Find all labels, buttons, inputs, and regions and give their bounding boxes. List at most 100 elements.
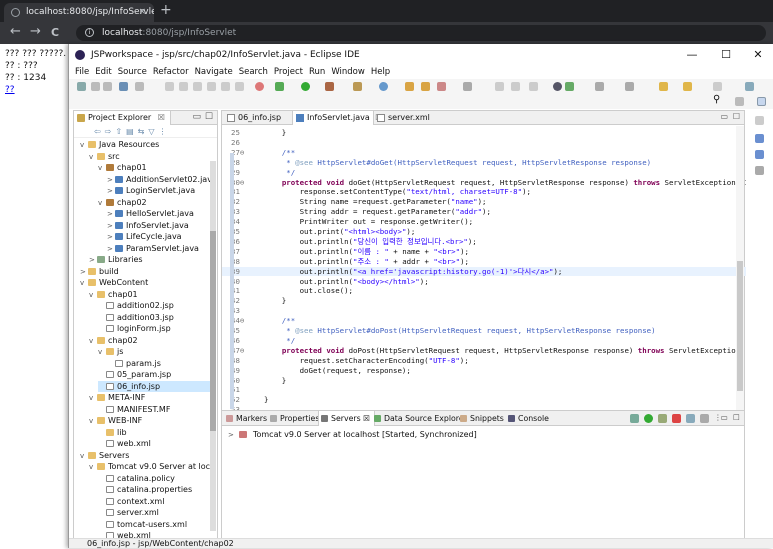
new-java-project-icon[interactable] — [353, 82, 362, 91]
code-line[interactable]: 42 } — [222, 296, 746, 306]
menu-window[interactable]: Window — [331, 66, 365, 79]
code-line[interactable]: 32 String name =request.getParameter("na… — [222, 197, 746, 207]
tree-item[interactable]: 06_info.jsp — [98, 380, 212, 392]
external-tools-icon[interactable] — [325, 82, 334, 91]
tree-item[interactable]: > InfoServlet.java — [107, 220, 212, 232]
tree-item[interactable]: v chap01 — [98, 162, 212, 174]
editor-tab-server-xml[interactable]: server.xml — [374, 111, 454, 125]
tree-item[interactable]: MANIFEST.MF — [98, 404, 212, 416]
chevron-right-icon[interactable]: > — [107, 175, 115, 186]
save-icon[interactable] — [91, 82, 100, 91]
menu-project[interactable]: Project — [274, 66, 303, 79]
chevron-down-icon[interactable]: v — [98, 198, 106, 209]
chevron-down-icon[interactable]: v — [89, 152, 97, 163]
tab-servers[interactable]: Servers ☒ — [318, 411, 376, 426]
code-line[interactable]: 36 out.println("당신이 입력한 정보입니다.<br>"); — [222, 237, 746, 247]
chevron-right-icon[interactable]: > — [107, 221, 115, 232]
tree-item[interactable]: tomcat-users.xml — [98, 519, 212, 531]
close-window-button[interactable]: ✕ — [743, 44, 773, 66]
minimize-view-icon[interactable]: ▭ — [192, 112, 201, 122]
close-tab-icon[interactable]: × — [138, 3, 146, 22]
search-icon[interactable]: ⚲ — [713, 94, 720, 105]
show-whitespace-icon[interactable] — [529, 82, 538, 91]
chevron-down-icon[interactable]: v — [98, 163, 106, 174]
chevron-down-icon[interactable]: v — [98, 347, 106, 358]
chevron-down-icon[interactable]: v — [80, 451, 88, 462]
code-line[interactable]: 52} — [222, 395, 746, 405]
tree-item[interactable]: context.xml — [98, 496, 212, 508]
perspective-switch-icon[interactable] — [735, 97, 744, 106]
editor-scroll-thumb[interactable] — [737, 261, 743, 391]
tab-console[interactable]: Console — [506, 411, 549, 426]
tree-item[interactable]: v chap02 — [89, 335, 212, 347]
outline-view-icon[interactable] — [755, 166, 764, 175]
tree-item[interactable]: v chap01 — [89, 289, 212, 301]
chevron-down-icon[interactable]: v — [89, 393, 97, 404]
maximize-button[interactable]: ☐ — [711, 44, 741, 66]
code-line[interactable]: 35 out.print("<html><body>"); — [222, 227, 746, 237]
outline-icon[interactable] — [755, 134, 764, 143]
info-icon[interactable]: i — [85, 28, 94, 37]
suspend-icon[interactable] — [179, 82, 188, 91]
tree-item[interactable]: > AdditionServlet02.java — [107, 174, 212, 186]
chevron-down-icon[interactable]: v — [80, 278, 88, 289]
code-area[interactable]: 25 } 26 27⊖ /** 28 * @see HttpServlet#doGet… — [222, 126, 746, 438]
chevron-right-icon[interactable]: > — [107, 244, 115, 255]
chevron-down-icon[interactable]: v — [89, 290, 97, 301]
code-line[interactable]: 28 * @see HttpServlet#doGet(HttpServletR… — [222, 158, 746, 168]
back-button[interactable]: ← — [10, 24, 21, 39]
java-ee-perspective-icon[interactable] — [757, 97, 766, 106]
chevron-down-icon[interactable]: v — [89, 336, 97, 347]
tree-item[interactable]: web.xml — [98, 438, 212, 450]
minimize-button[interactable]: — — [677, 44, 707, 66]
publish-icon[interactable] — [686, 414, 695, 423]
tree-item[interactable]: v WEB-INF — [89, 415, 212, 427]
tree-item[interactable]: v Java Resources — [80, 139, 212, 151]
menu-edit[interactable]: Edit — [95, 66, 111, 79]
tree-item[interactable]: 05_param.jsp — [98, 369, 212, 381]
server-start-icon[interactable] — [255, 82, 264, 91]
code-line[interactable]: 40 out.println("<body></html>"); — [222, 277, 746, 287]
code-line[interactable]: 46 */ — [222, 336, 746, 346]
run-icon[interactable] — [301, 82, 310, 91]
back-icon[interactable]: ⇦ — [94, 127, 105, 136]
code-line[interactable]: 33 String addr = request.getParameter("a… — [222, 207, 746, 217]
code-line[interactable]: 37 out.println("이름 : " + name + "<br>"); — [222, 247, 746, 257]
menu-help[interactable]: Help — [371, 66, 390, 79]
code-line[interactable]: 29 */ — [222, 168, 746, 178]
profile-server-icon[interactable] — [658, 414, 667, 423]
maximize-view-icon[interactable]: ☐ — [205, 112, 213, 122]
new-icon[interactable] — [77, 82, 86, 91]
tree-item[interactable]: > build — [80, 266, 212, 278]
code-line[interactable]: 48 request.setCharacterEncoding("UTF-8")… — [222, 356, 746, 366]
chevron-right-icon[interactable]: > — [107, 186, 115, 197]
maximize-panel-icon[interactable]: ☐ — [733, 413, 740, 422]
tree-item[interactable]: > LifeCycle.java — [107, 231, 212, 243]
code-line[interactable]: 27⊖ /** — [222, 148, 746, 158]
back-nav-icon[interactable] — [659, 82, 668, 91]
tree-item[interactable]: v src — [89, 151, 212, 163]
menu-source[interactable]: Source — [118, 66, 147, 79]
tree-item[interactable]: v WebContent — [80, 277, 212, 289]
tree-item[interactable]: addition03.jsp — [98, 312, 212, 324]
code-line[interactable]: 34 PrintWriter out = response.getWriter(… — [222, 217, 746, 227]
code-line[interactable]: 51 — [222, 385, 746, 395]
toggle-mark-icon[interactable] — [495, 82, 504, 91]
collapse-all-icon[interactable]: ▤ — [126, 127, 138, 136]
code-line[interactable]: 43 — [222, 306, 746, 316]
link-editor-icon[interactable]: ⇆ — [138, 127, 149, 136]
tree-item[interactable]: > Libraries — [89, 254, 212, 266]
disconnect-icon[interactable] — [700, 414, 709, 423]
menu-search[interactable]: Search — [239, 66, 268, 79]
project-explorer-tab[interactable]: Project Explorer ☒ — [74, 111, 171, 125]
save-all-icon[interactable] — [103, 82, 112, 91]
code-line[interactable]: 47⊖ protected void doPost(HttpServletReq… — [222, 346, 746, 356]
menu-navigate[interactable]: Navigate — [195, 66, 233, 79]
next-annotation-icon[interactable] — [595, 82, 604, 91]
open-task-icon[interactable] — [421, 82, 430, 91]
block-select-icon[interactable] — [511, 82, 520, 91]
menu-run[interactable]: Run — [309, 66, 325, 79]
tree-item[interactable]: catalina.policy — [98, 473, 212, 485]
chevron-down-icon[interactable]: v — [89, 416, 97, 427]
menu-file[interactable]: File — [75, 66, 89, 79]
